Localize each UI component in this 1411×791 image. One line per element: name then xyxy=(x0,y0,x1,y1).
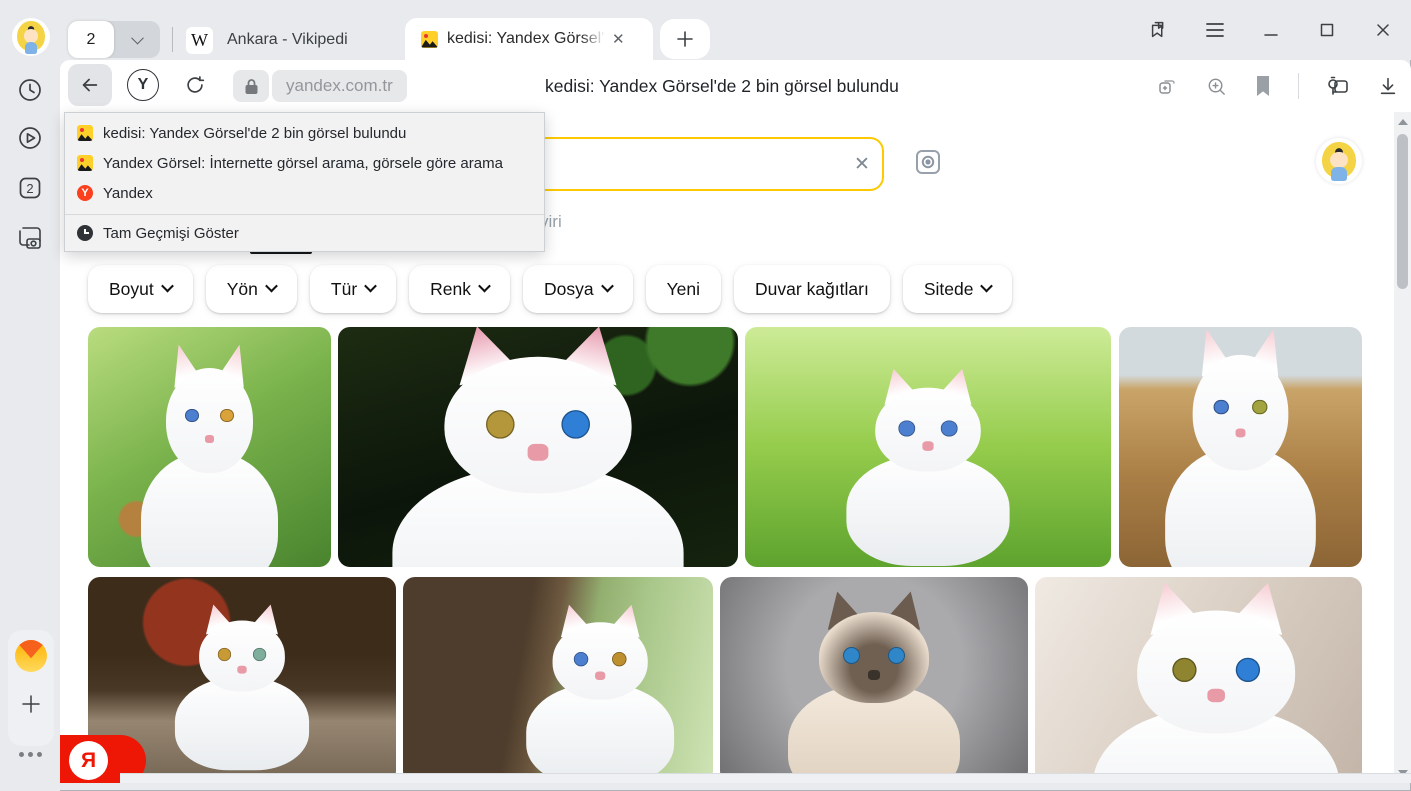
address-bar[interactable]: yandex.com.tr xyxy=(272,70,407,102)
toolbar-actions xyxy=(1155,60,1399,112)
close-button[interactable] xyxy=(1355,0,1411,60)
tab-counter[interactable]: 2 xyxy=(68,21,160,58)
window-controls xyxy=(1131,0,1411,60)
history-item-label: kedisi: Yandex Görsel'de 2 bin görsel bu… xyxy=(103,125,406,142)
refresh-icon[interactable] xyxy=(178,68,212,102)
history-item-label: Yandex xyxy=(103,185,153,202)
image-result[interactable] xyxy=(745,327,1111,567)
chevron-down-icon xyxy=(478,280,491,293)
tab-counter-value: 2 xyxy=(68,21,114,58)
zoom-icon[interactable] xyxy=(1205,75,1228,98)
image-result[interactable] xyxy=(1035,577,1362,783)
tab-close-icon[interactable]: ✕ xyxy=(607,27,630,51)
plus-icon xyxy=(676,30,694,48)
url-text: yandex.com.tr xyxy=(286,76,393,96)
filter-boyut[interactable]: Boyut xyxy=(88,265,193,313)
maximize-button[interactable] xyxy=(1299,0,1355,60)
filter-yeni[interactable]: Yeni xyxy=(646,265,721,313)
copy-tab-icon[interactable] xyxy=(1155,74,1179,98)
history-menu-item[interactable]: Y Yandex xyxy=(65,178,544,208)
collections-icon[interactable] xyxy=(1131,0,1187,60)
minimize-button[interactable] xyxy=(1243,0,1299,60)
filter-duvar-kagitlari[interactable]: Duvar kağıtları xyxy=(734,265,890,313)
history-menu-item[interactable]: Yandex Görsel: İnternette görsel arama, … xyxy=(65,148,544,178)
chevron-down-icon xyxy=(601,280,614,293)
yandex-mail-icon[interactable] xyxy=(15,640,47,672)
address-bar-page-title: kedisi: Yandex Görsel'de 2 bin görsel bu… xyxy=(545,60,899,112)
tabs-panel-icon[interactable]: 2 xyxy=(14,172,46,204)
yandex-home-icon[interactable]: Y xyxy=(126,68,160,102)
show-full-history-item[interactable]: Tam Geçmişi Göster xyxy=(65,215,544,251)
image-result[interactable] xyxy=(1119,327,1362,567)
lock-icon xyxy=(244,78,259,95)
image-result[interactable] xyxy=(88,327,331,567)
chevron-down-icon xyxy=(364,280,377,293)
divider xyxy=(172,27,173,52)
scrollbar[interactable] xyxy=(1394,112,1411,783)
yandex-images-favicon xyxy=(421,31,438,48)
scrollbar-thumb[interactable] xyxy=(1397,134,1408,289)
image-result[interactable] xyxy=(720,577,1028,783)
tabs-panel-count: 2 xyxy=(26,181,33,196)
new-tab-button[interactable] xyxy=(660,19,710,59)
yandex-favicon: Y xyxy=(77,185,93,201)
services-panel xyxy=(8,630,54,746)
clear-search-icon[interactable]: ✕ xyxy=(842,153,882,176)
screenshot-icon[interactable] xyxy=(14,222,46,254)
menu-icon[interactable] xyxy=(1187,0,1243,60)
clock-icon xyxy=(77,225,93,241)
scroll-up-arrow[interactable] xyxy=(1394,114,1411,130)
site-security-badge[interactable] xyxy=(233,70,269,102)
image-search-camera-icon[interactable] xyxy=(908,142,948,182)
yandex-images-favicon xyxy=(77,125,93,141)
tab-ankara-vikipedi[interactable]: W Ankara - Vikipedi xyxy=(186,21,396,59)
tab-label: Ankara - Vikipedi xyxy=(227,31,348,49)
back-button[interactable] xyxy=(68,64,112,106)
tab-bar: 2 W Ankara - Vikipedi kedisi: Yandex Gör… xyxy=(0,0,1411,60)
yandex-letter: Y xyxy=(127,69,159,101)
avatar-dress xyxy=(25,42,38,53)
yandex-images-favicon xyxy=(77,155,93,171)
avatar-dress xyxy=(1331,167,1347,181)
filter-sitede[interactable]: Sitede xyxy=(903,265,1013,313)
protect-passwords-icon[interactable] xyxy=(1325,74,1351,98)
history-icon[interactable] xyxy=(14,74,46,106)
toolbar: Y yandex.com.tr kedisi: Yandex Görsel'de… xyxy=(60,60,1411,112)
filter-dosya[interactable]: Dosya xyxy=(523,265,633,313)
filter-bar: Boyut Yön Tür Renk Dosya Yeni Duvar kağı… xyxy=(88,265,1012,313)
chevron-down-icon xyxy=(981,280,994,293)
image-result[interactable] xyxy=(403,577,713,783)
downloads-icon[interactable] xyxy=(1377,75,1399,97)
history-item-label: Yandex Görsel: İnternette görsel arama, … xyxy=(103,155,503,172)
wikipedia-favicon: W xyxy=(186,27,213,54)
divider xyxy=(1298,73,1299,99)
filter-tur[interactable]: Tür xyxy=(310,265,396,313)
avatar-face xyxy=(1330,152,1347,169)
tab-list-dropdown[interactable] xyxy=(114,35,160,44)
yandex-logo: Я xyxy=(69,741,108,780)
chevron-down-icon xyxy=(265,280,278,293)
window-bottom-edge xyxy=(120,773,1411,783)
back-history-menu: kedisi: Yandex Görsel'de 2 bin görsel bu… xyxy=(64,112,545,252)
image-result[interactable] xyxy=(338,327,738,567)
video-play-icon[interactable] xyxy=(14,122,46,154)
sidebar: 2 xyxy=(0,60,60,791)
history-menu-item[interactable]: kedisi: Yandex Görsel'de 2 bin görsel bu… xyxy=(65,118,544,148)
browser-window: 2 W Ankara - Vikipedi kedisi: Yandex Gör… xyxy=(0,0,1411,791)
tab-yandex-gorsel[interactable]: kedisi: Yandex Görsel'de ✕ xyxy=(405,18,653,60)
sidebar-more-icon[interactable] xyxy=(14,752,46,757)
history-footer-label: Tam Geçmişi Göster xyxy=(103,225,239,242)
filter-renk[interactable]: Renk xyxy=(409,265,510,313)
add-service-button[interactable] xyxy=(15,688,47,720)
bookmark-icon[interactable] xyxy=(1254,75,1272,97)
filter-yon[interactable]: Yön xyxy=(206,265,297,313)
chevron-down-icon xyxy=(161,280,174,293)
profile-avatar[interactable] xyxy=(12,18,50,56)
tab-label: kedisi: Yandex Görsel'de xyxy=(447,30,605,48)
chevron-down-icon xyxy=(131,32,144,45)
user-avatar[interactable] xyxy=(1316,138,1362,184)
